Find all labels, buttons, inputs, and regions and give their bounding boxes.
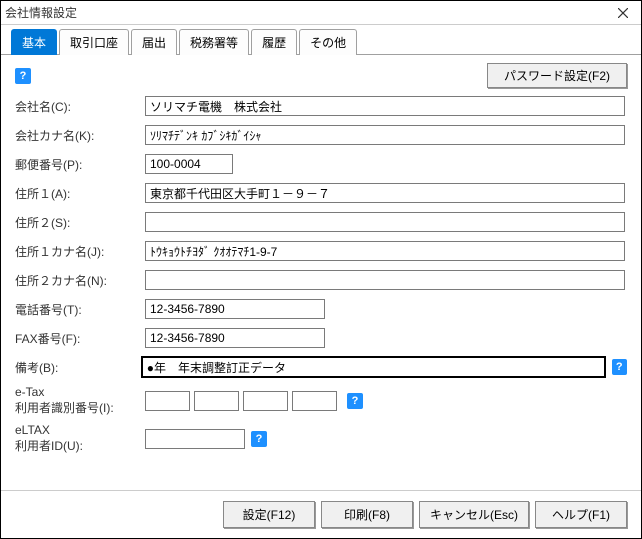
addr1-input[interactable]	[145, 183, 625, 203]
form-content: ? パスワード設定(F2) 会社名(C): 会社カナ名(K): 郵便番号(P):…	[1, 55, 641, 469]
company-kana-input[interactable]	[145, 125, 625, 145]
etax-input-3[interactable]	[243, 391, 288, 411]
tab-bar: 基本 取引口座 届出 税務署等 履歴 その他	[1, 25, 641, 55]
help-icon[interactable]: ?	[15, 68, 31, 84]
fax-input[interactable]	[145, 328, 325, 348]
label-addr1-kana: 住所１カナ名(J):	[15, 243, 145, 260]
help-button[interactable]: ヘルプ(F1)	[535, 501, 627, 528]
etax-input-1[interactable]	[145, 391, 190, 411]
etax-input-4[interactable]	[292, 391, 337, 411]
zip-input[interactable]	[145, 154, 233, 174]
etax-help-icon[interactable]: ?	[347, 393, 363, 409]
addr1-kana-input[interactable]	[145, 241, 625, 261]
company-input[interactable]	[145, 96, 625, 116]
label-eltax-line1: eLTAX	[15, 423, 145, 437]
close-icon	[618, 8, 628, 18]
addr2-input[interactable]	[145, 212, 625, 232]
label-fax: FAX番号(F):	[15, 330, 145, 347]
label-remarks: 備考(B):	[15, 359, 141, 376]
tab-other[interactable]: その他	[299, 29, 357, 55]
label-addr2-kana: 住所２カナ名(N):	[15, 272, 145, 289]
tab-account[interactable]: 取引口座	[59, 29, 129, 55]
tab-history[interactable]: 履歴	[251, 29, 297, 55]
label-eltax: eLTAX 利用者ID(U):	[15, 423, 145, 454]
addr2-kana-input[interactable]	[145, 270, 625, 290]
label-zip: 郵便番号(P):	[15, 156, 145, 173]
label-etax-line2: 利用者識別番号(I):	[15, 399, 145, 416]
settings-button[interactable]: 設定(F12)	[223, 501, 315, 528]
label-eltax-line2: 利用者ID(U):	[15, 437, 145, 454]
footer: 設定(F12) 印刷(F8) キャンセル(Esc) ヘルプ(F1)	[1, 490, 641, 538]
cancel-button[interactable]: キャンセル(Esc)	[419, 501, 529, 528]
print-button[interactable]: 印刷(F8)	[321, 501, 413, 528]
titlebar: 会社情報設定	[1, 1, 641, 25]
label-etax-line1: e-Tax	[15, 385, 145, 399]
label-company: 会社名(C):	[15, 98, 145, 115]
label-tel: 電話番号(T):	[15, 301, 145, 318]
label-etax: e-Tax 利用者識別番号(I):	[15, 385, 145, 416]
tab-basic[interactable]: 基本	[11, 29, 57, 55]
password-settings-button[interactable]: パスワード設定(F2)	[487, 63, 627, 88]
close-button[interactable]	[609, 3, 637, 23]
label-addr2: 住所２(S):	[15, 214, 145, 231]
remarks-input[interactable]	[141, 356, 606, 378]
etax-input-2[interactable]	[194, 391, 239, 411]
tab-tax-office[interactable]: 税務署等	[179, 29, 249, 55]
window-title: 会社情報設定	[5, 4, 609, 21]
eltax-help-icon[interactable]: ?	[251, 431, 267, 447]
tel-input[interactable]	[145, 299, 325, 319]
label-addr1: 住所１(A):	[15, 185, 145, 202]
tab-notify[interactable]: 届出	[131, 29, 177, 55]
eltax-input[interactable]	[145, 429, 245, 449]
remarks-help-icon[interactable]: ?	[612, 359, 627, 375]
label-company-kana: 会社カナ名(K):	[15, 127, 145, 144]
